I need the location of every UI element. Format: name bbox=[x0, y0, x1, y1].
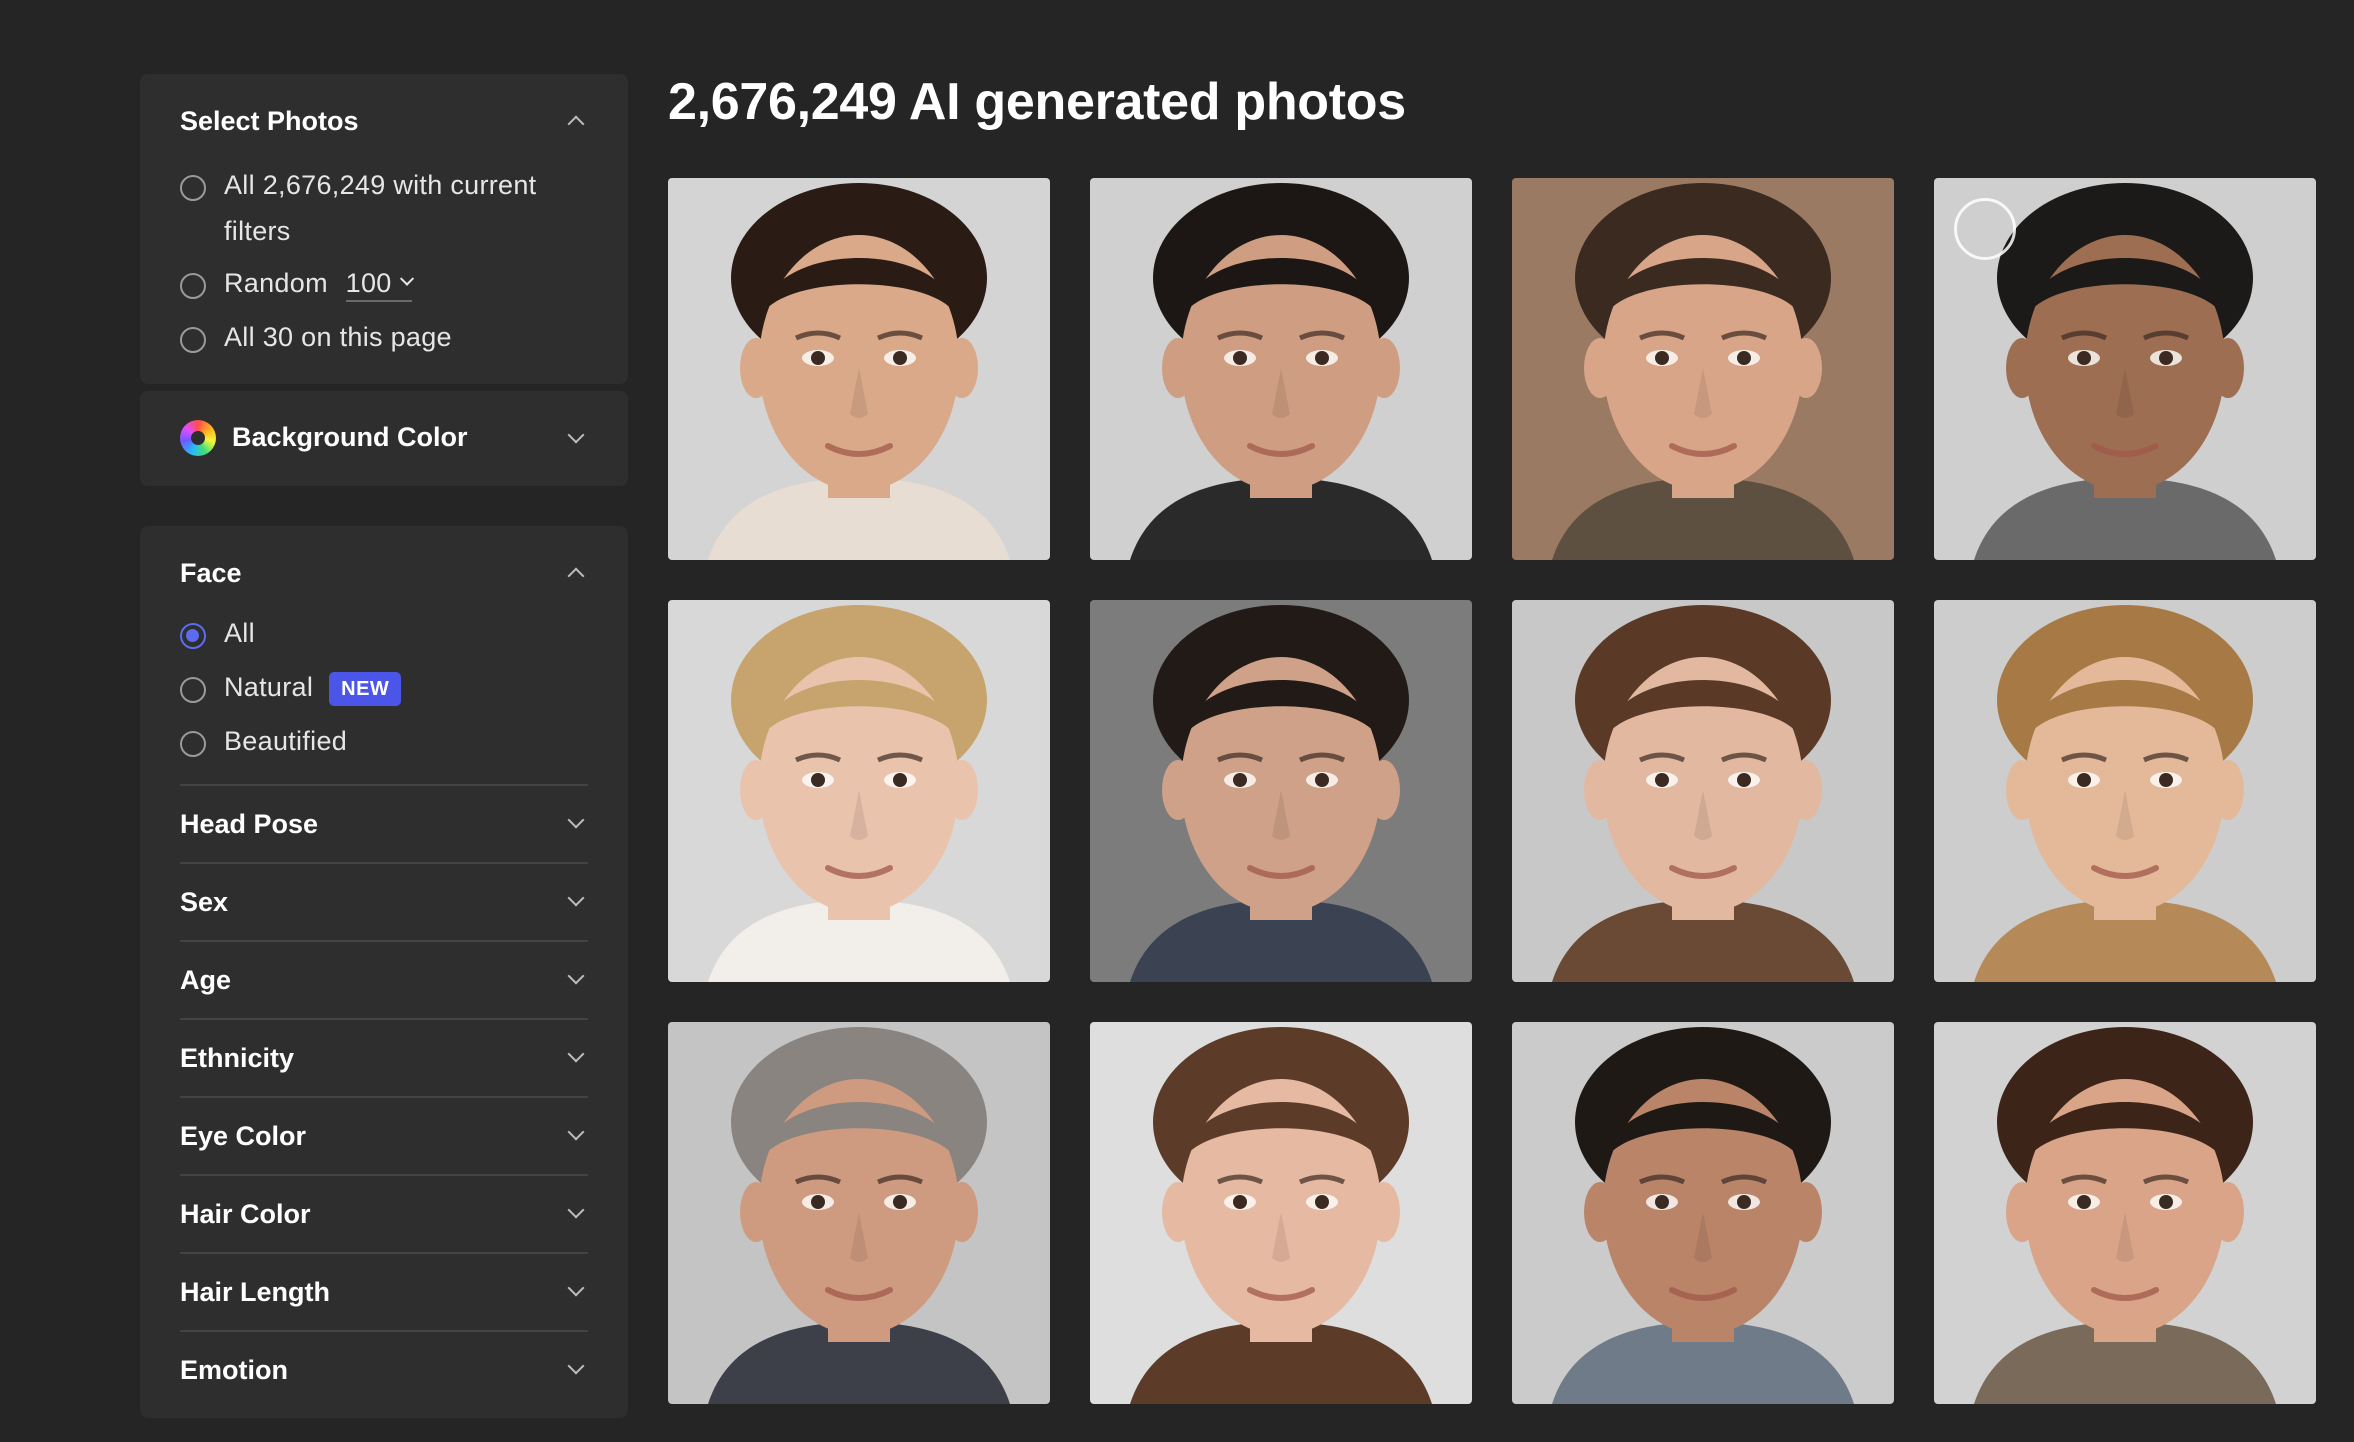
photo-card[interactable] bbox=[1090, 1022, 1472, 1404]
background-color-title[interactable]: Background Color bbox=[232, 422, 468, 453]
filter-label: Head Pose bbox=[180, 809, 319, 839]
random-count-value: 100 bbox=[345, 268, 392, 298]
filter-label: Hair Color bbox=[180, 1199, 311, 1229]
filter-eye-color[interactable]: Eye Color bbox=[180, 1096, 588, 1174]
random-count-dropdown[interactable]: 100 bbox=[345, 266, 414, 302]
face-photo bbox=[668, 600, 1050, 982]
face-photo bbox=[668, 1022, 1050, 1404]
page-title: 2,676,249 AI generated photos bbox=[668, 73, 1406, 131]
chevron-down-icon bbox=[567, 811, 585, 829]
option-all-with-filters[interactable]: All 2,676,249 with current filters bbox=[180, 170, 536, 254]
face-option-beautified[interactable]: Beautified bbox=[180, 726, 347, 764]
face-photo bbox=[1934, 1022, 2316, 1404]
photo-card[interactable] bbox=[668, 1022, 1050, 1404]
chevron-down-icon bbox=[567, 1201, 585, 1219]
radio-button[interactable] bbox=[180, 731, 206, 757]
background-color-panel[interactable]: Background Color bbox=[140, 391, 628, 486]
color-wheel-icon bbox=[180, 420, 216, 456]
face-photo bbox=[1934, 600, 2316, 982]
photo-card[interactable] bbox=[1512, 178, 1894, 560]
option-label: Random bbox=[224, 268, 328, 298]
radio-button[interactable] bbox=[180, 175, 206, 201]
face-photo bbox=[1090, 600, 1472, 982]
filter-label: Sex bbox=[180, 887, 229, 917]
photo-card[interactable] bbox=[668, 178, 1050, 560]
option-label-line1: All 2,676,249 with current bbox=[224, 170, 537, 200]
option-label: All bbox=[224, 618, 255, 648]
face-option-all[interactable]: All bbox=[180, 618, 255, 656]
photo-card[interactable] bbox=[1090, 600, 1472, 982]
option-random[interactable]: Random 100 bbox=[180, 266, 414, 306]
filter-hair-length[interactable]: Hair Length bbox=[180, 1252, 588, 1330]
chevron-down-icon bbox=[567, 1123, 585, 1141]
chevron-down-icon bbox=[567, 1279, 585, 1297]
filter-label: Ethnicity bbox=[180, 1043, 295, 1073]
select-photos-title[interactable]: Select Photos bbox=[180, 106, 359, 137]
face-photo bbox=[1512, 178, 1894, 560]
face-panel: Face All Natural NEW Beautified Head Pose… bbox=[140, 526, 628, 1418]
chevron-down-icon bbox=[399, 271, 414, 286]
face-photo bbox=[1090, 178, 1472, 560]
radio-button[interactable] bbox=[180, 677, 206, 703]
chevron-up-icon[interactable] bbox=[567, 567, 585, 585]
photo-card[interactable] bbox=[1090, 178, 1472, 560]
chevron-down-icon bbox=[567, 967, 585, 985]
filter-label: Age bbox=[180, 965, 232, 995]
option-label: Natural bbox=[224, 672, 314, 702]
chevron-down-icon[interactable] bbox=[567, 426, 585, 444]
face-photo bbox=[668, 178, 1050, 560]
filter-sex[interactable]: Sex bbox=[180, 862, 588, 940]
radio-button[interactable] bbox=[180, 327, 206, 353]
face-title[interactable]: Face bbox=[180, 558, 242, 589]
radio-button[interactable] bbox=[180, 273, 206, 299]
filter-hair-color[interactable]: Hair Color bbox=[180, 1174, 588, 1252]
chevron-down-icon bbox=[567, 1357, 585, 1375]
face-photo bbox=[1512, 600, 1894, 982]
filter-label: Hair Length bbox=[180, 1277, 331, 1307]
face-option-natural[interactable]: Natural NEW bbox=[180, 671, 402, 710]
option-label: Beautified bbox=[224, 726, 348, 756]
face-photo bbox=[1512, 1022, 1894, 1404]
photo-card[interactable] bbox=[1934, 178, 2316, 560]
new-badge: NEW bbox=[329, 671, 402, 706]
option-label: All 30 on this page bbox=[224, 322, 452, 352]
photo-card[interactable] bbox=[1512, 1022, 1894, 1404]
photo-card[interactable] bbox=[1934, 600, 2316, 982]
filter-emotion[interactable]: Emotion bbox=[180, 1330, 588, 1408]
chevron-down-icon bbox=[567, 889, 585, 907]
filter-ethnicity[interactable]: Ethnicity bbox=[180, 1018, 588, 1096]
photo-card[interactable] bbox=[1512, 600, 1894, 982]
select-photo-checkbox[interactable] bbox=[1954, 198, 2016, 260]
option-label-line2: filters bbox=[224, 216, 291, 246]
select-photos-panel: Select Photos All 2,676,249 with current… bbox=[140, 74, 628, 384]
photo-card[interactable] bbox=[668, 600, 1050, 982]
filter-age[interactable]: Age bbox=[180, 940, 588, 1018]
filter-label: Eye Color bbox=[180, 1121, 307, 1151]
chevron-down-icon bbox=[567, 1045, 585, 1063]
option-all-on-page[interactable]: All 30 on this page bbox=[180, 322, 452, 360]
radio-button-checked[interactable] bbox=[180, 623, 206, 649]
photo-card[interactable] bbox=[1934, 1022, 2316, 1404]
filter-label: Emotion bbox=[180, 1355, 288, 1385]
chevron-up-icon[interactable] bbox=[567, 115, 585, 133]
face-photo bbox=[1090, 1022, 1472, 1404]
filter-head-pose[interactable]: Head Pose bbox=[180, 784, 588, 862]
